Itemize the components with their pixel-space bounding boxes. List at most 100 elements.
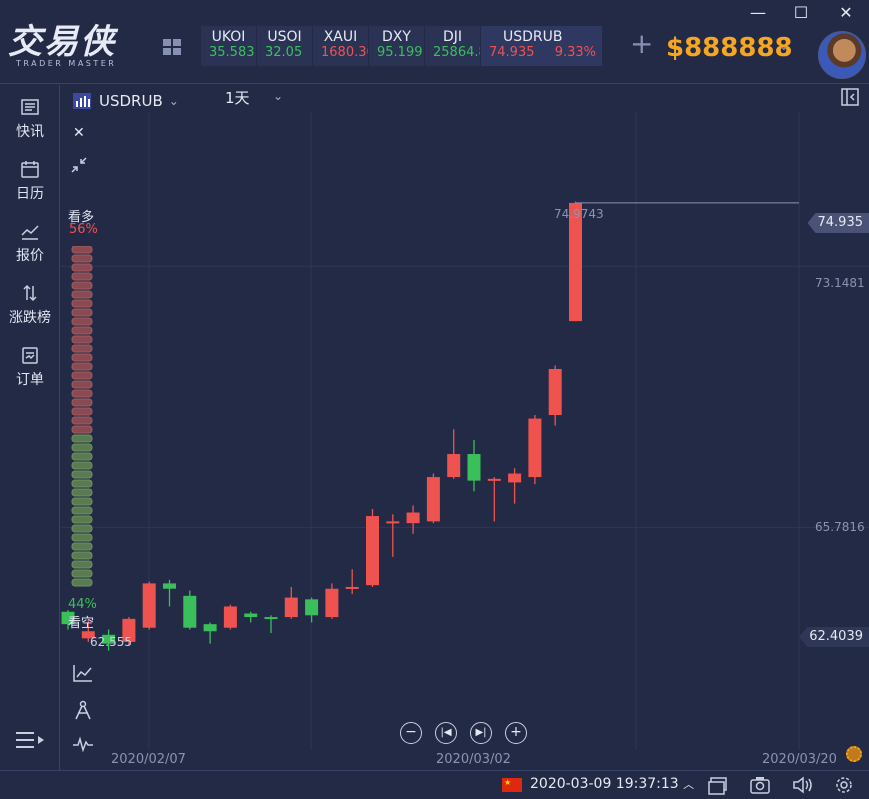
sidebar-item-ranking[interactable]: 涨跌榜 <box>0 283 60 327</box>
add-ticker-button[interactable]: + <box>630 30 653 58</box>
collapse-icon[interactable] <box>71 157 87 173</box>
close-icon[interactable]: ✕ <box>73 125 85 141</box>
settings-gear-icon[interactable] <box>846 746 862 762</box>
candle-body[interactable] <box>325 588 339 618</box>
sidebar-item-label: 报价 <box>16 248 44 264</box>
ticker-item-active[interactable]: USDRUB 74.935 9.33% <box>481 26 603 66</box>
candle-body[interactable] <box>548 368 562 416</box>
x-tick-label: 2020/03/02 <box>436 752 511 767</box>
ticker-item[interactable]: USOI 32.05 <box>257 26 313 66</box>
bear-segment <box>71 542 93 551</box>
logo-text: 交易侠 <box>8 22 116 62</box>
chevron-down-icon[interactable]: ⌄ <box>273 89 283 103</box>
bear-segment <box>71 488 93 497</box>
candle-body[interactable] <box>366 516 379 586</box>
sidebar-item-orders[interactable]: 订单 <box>0 345 60 389</box>
settings-icon[interactable] <box>835 776 853 794</box>
chart-header: USDRUB ⌄ <box>73 89 179 113</box>
zoom-out-button[interactable]: − <box>400 722 422 744</box>
last-price-tag: 74.935 <box>807 213 869 233</box>
ticker-value: 25864.8 <box>433 45 480 60</box>
candle-body[interactable] <box>386 521 400 524</box>
zoom-in-button[interactable]: + <box>505 722 527 744</box>
candle-body[interactable] <box>426 477 440 522</box>
candle-body[interactable] <box>467 454 481 481</box>
sidebar-item-label: 涨跌榜 <box>9 310 51 326</box>
ticker-item[interactable]: DXY 95.199 <box>369 26 425 66</box>
bear-segment <box>71 470 93 479</box>
bear-segment <box>71 569 93 578</box>
maximize-button[interactable]: ☐ <box>789 2 813 24</box>
timeframe-selector[interactable]: 1天 <box>225 87 250 108</box>
bear-percent: 44% <box>68 597 97 612</box>
ticker-item[interactable]: XAUI 1680.36 <box>313 26 369 66</box>
drawing-tool-icon[interactable] <box>74 700 92 720</box>
camera-icon[interactable] <box>750 776 770 794</box>
x-tick-label: 2020/02/07 <box>111 752 186 767</box>
chevron-down-icon[interactable]: ⌄ <box>169 94 179 108</box>
bull-segment <box>71 389 93 398</box>
app-logo: 交易侠 TRADER MASTER <box>8 24 134 68</box>
bear-label: 看空 <box>68 616 95 631</box>
scroll-start-button[interactable]: |◀ <box>435 722 457 744</box>
top-bar: 交易侠 TRADER MASTER UKOI 35.583 USOI 32.05… <box>0 0 869 84</box>
ticker-symbol: DJI <box>442 29 463 45</box>
panel-toggle-icon[interactable] <box>841 88 859 106</box>
sidebar-item-label: 快讯 <box>16 124 44 140</box>
ticker-value: 74.935 <box>489 45 535 60</box>
candle-body[interactable] <box>345 586 359 589</box>
candle-body[interactable] <box>203 624 217 632</box>
candle-body[interactable] <box>528 418 542 478</box>
gridlines <box>61 112 869 750</box>
bear-segment <box>71 578 93 587</box>
candle-body[interactable] <box>163 583 176 589</box>
ticker-value: 1680.36 <box>321 45 368 60</box>
bar-chart-icon[interactable] <box>73 93 91 109</box>
account-balance[interactable]: $888888 <box>666 32 793 64</box>
china-flag-icon: ★ <box>502 778 522 792</box>
sidebar-item-label: 订单 <box>16 372 44 388</box>
close-button[interactable]: ✕ <box>834 2 858 24</box>
sidebar-item-calendar[interactable]: 日历 <box>0 159 60 203</box>
candle-body[interactable] <box>142 583 156 628</box>
bull-segment <box>71 254 93 263</box>
waveform-icon[interactable] <box>72 736 94 752</box>
ticker-symbol: DXY <box>382 29 411 45</box>
chevron-down-icon[interactable]: ⌄ <box>778 38 790 54</box>
candle-body[interactable] <box>284 597 298 618</box>
logo-subtitle: TRADER MASTER <box>16 59 117 68</box>
high-price-label: 74.9743 <box>554 207 604 221</box>
candle-body[interactable] <box>406 512 420 524</box>
ticker-item[interactable]: UKOI 35.583 <box>201 26 257 66</box>
volume-icon[interactable] <box>792 776 814 794</box>
scroll-end-button[interactable]: ▶| <box>470 722 492 744</box>
candle-body[interactable] <box>244 613 258 618</box>
ticker-change: 9.33% <box>554 45 596 60</box>
sidebar-item-label: 日历 <box>16 186 44 202</box>
candle-body[interactable] <box>264 617 278 620</box>
chevron-up-icon[interactable]: ︿ <box>683 778 694 791</box>
ticker-value: 32.05 <box>265 45 303 60</box>
minimize-button[interactable]: — <box>746 2 770 24</box>
sidebar-item-quotes[interactable]: 报价 <box>0 221 60 265</box>
indicator-icon[interactable] <box>73 664 93 682</box>
candle-body[interactable] <box>305 599 319 616</box>
candlestick-chart[interactable] <box>61 112 869 750</box>
menu-expand-icon[interactable] <box>14 729 46 751</box>
news-icon <box>21 99 39 115</box>
candle-body[interactable] <box>508 473 522 483</box>
bear-segment <box>71 560 93 569</box>
grid-icon[interactable] <box>162 38 182 56</box>
window-icon[interactable] <box>708 777 728 795</box>
crosshair-price-tag: 62.4039 <box>799 627 869 647</box>
sidebar-item-news[interactable]: 快讯 <box>0 97 60 141</box>
candle-body[interactable] <box>223 606 237 628</box>
candle-body[interactable] <box>183 595 197 628</box>
y-tick-label: 73.1481 <box>815 276 865 290</box>
candle-body[interactable] <box>447 454 461 478</box>
symbol-selector[interactable]: USDRUB <box>99 92 163 110</box>
ticker-item[interactable]: DJI 25864.8 <box>425 26 481 66</box>
avatar[interactable] <box>818 31 866 79</box>
bull-segment <box>71 335 93 344</box>
candle-body[interactable] <box>487 478 501 481</box>
